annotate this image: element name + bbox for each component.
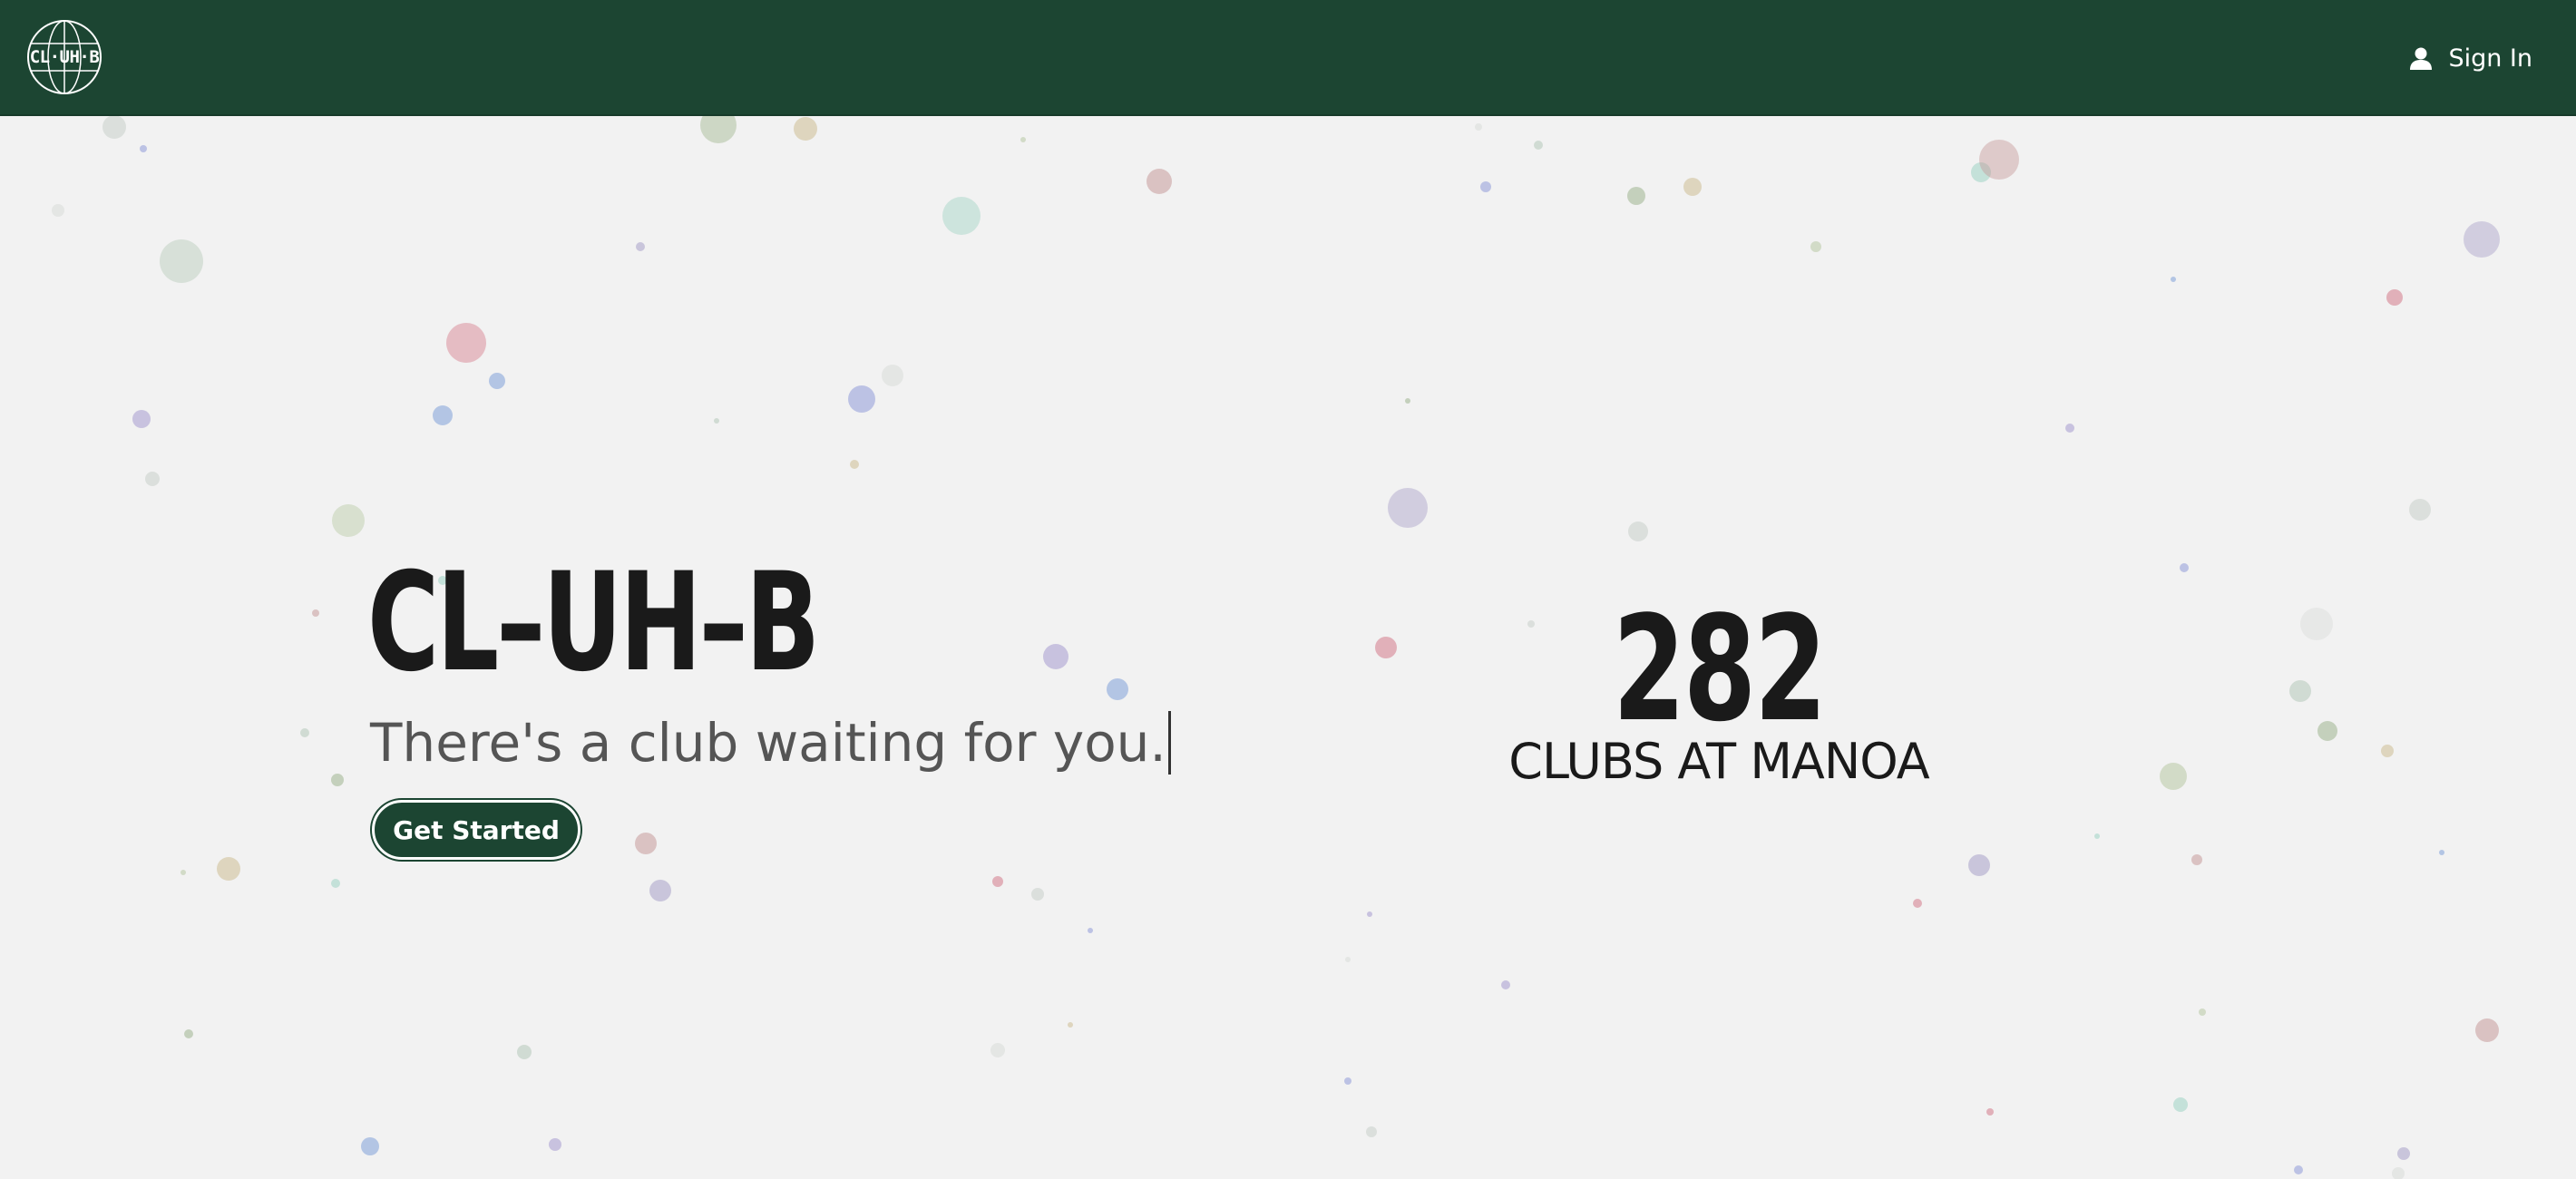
decorative-bubble xyxy=(2289,680,2311,702)
logo-text: CL·UH·B xyxy=(29,47,100,67)
club-count: 282 xyxy=(1613,584,1827,754)
decorative-bubble xyxy=(2094,833,2100,839)
decorative-bubble xyxy=(446,323,486,363)
decorative-bubble xyxy=(1043,644,1068,669)
decorative-bubble xyxy=(332,504,365,537)
decorative-bubble xyxy=(549,1138,561,1151)
decorative-bubble xyxy=(1345,957,1351,962)
decorative-bubble xyxy=(2199,1008,2206,1016)
decorative-bubble xyxy=(850,460,859,469)
decorative-bubble xyxy=(2171,277,2176,282)
decorative-bubble xyxy=(2464,221,2500,258)
decorative-bubble xyxy=(1913,899,1922,908)
decorative-bubble xyxy=(1683,178,1702,196)
user-icon xyxy=(2408,45,2434,71)
get-started-button[interactable]: Get Started xyxy=(372,800,581,860)
decorative-bubble xyxy=(649,880,671,901)
decorative-bubble xyxy=(160,239,203,283)
decorative-bubble xyxy=(489,373,505,389)
decorative-bubble xyxy=(217,857,240,881)
decorative-bubble xyxy=(1068,1022,1073,1028)
decorative-bubble xyxy=(1986,1108,1994,1116)
decorative-bubble xyxy=(2439,850,2444,855)
decorative-bubble xyxy=(1979,140,2019,180)
decorative-bubble xyxy=(2160,763,2187,790)
decorative-bubble xyxy=(2475,1018,2499,1042)
decorative-bubble xyxy=(433,405,453,425)
decorative-bubble xyxy=(700,116,737,143)
sign-in-button[interactable]: Sign In xyxy=(2408,36,2532,80)
typing-caret xyxy=(1167,711,1171,775)
decorative-bubble xyxy=(2065,424,2074,433)
decorative-bubble xyxy=(2173,1097,2188,1112)
navbar: CL·UH·B Sign In xyxy=(0,0,2576,116)
decorative-bubble xyxy=(331,774,344,786)
decorative-bubble xyxy=(2409,499,2431,521)
decorative-bubble xyxy=(636,242,645,251)
decorative-bubble xyxy=(132,410,151,428)
decorative-bubble xyxy=(361,1137,379,1155)
decorative-bubble xyxy=(992,876,1003,887)
decorative-bubble xyxy=(1628,521,1648,541)
decorative-bubble xyxy=(2392,1167,2405,1179)
decorative-bubble xyxy=(1627,187,1645,205)
hero-tagline: There's a club waiting for you. xyxy=(370,711,1171,775)
decorative-bubble xyxy=(848,385,875,413)
decorative-bubble xyxy=(1405,398,1410,404)
decorative-bubble xyxy=(1344,1077,1351,1085)
decorative-bubble xyxy=(2294,1165,2303,1174)
decorative-bubble xyxy=(1501,980,1510,989)
decorative-bubble xyxy=(1527,620,1535,628)
decorative-bubble xyxy=(2191,854,2202,865)
decorative-bubble xyxy=(2300,608,2333,640)
decorative-bubble xyxy=(1388,488,1428,528)
decorative-bubble xyxy=(184,1029,193,1038)
decorative-bubble xyxy=(102,116,126,139)
hero-title: CL–UH–B xyxy=(367,544,820,702)
decorative-bubble xyxy=(1107,678,1128,700)
decorative-bubble xyxy=(2386,289,2403,306)
decorative-bubble xyxy=(2317,721,2337,741)
decorative-bubble xyxy=(331,879,340,888)
decorative-bubble xyxy=(1366,1126,1377,1137)
decorative-bubble xyxy=(1147,169,1172,194)
sign-in-label: Sign In xyxy=(2448,44,2532,73)
decorative-bubble xyxy=(714,418,719,424)
club-count-label: CLUBS AT MANOA xyxy=(1508,733,1929,790)
decorative-bubble xyxy=(2381,745,2394,757)
decorative-bubble xyxy=(1971,162,1991,182)
decorative-bubble xyxy=(1031,888,1044,901)
decorative-bubble xyxy=(1480,181,1491,192)
decorative-bubble xyxy=(942,197,981,235)
decorative-bubble xyxy=(181,870,186,875)
decorative-bubble xyxy=(882,365,903,386)
decorative-bubble xyxy=(1968,854,1990,876)
decorative-bubble xyxy=(1534,141,1543,150)
decorative-bubble xyxy=(145,472,160,486)
decorative-bubble xyxy=(2397,1147,2410,1160)
decorative-bubble xyxy=(1020,137,1026,142)
decorative-bubble xyxy=(1475,123,1482,131)
decorative-bubble xyxy=(635,833,657,854)
decorative-bubble xyxy=(2180,563,2189,572)
decorative-bubble xyxy=(312,609,319,617)
decorative-bubble xyxy=(1367,911,1372,917)
decorative-bubble xyxy=(1810,241,1821,252)
decorative-bubble xyxy=(517,1045,532,1059)
decorative-bubble xyxy=(300,728,309,737)
decorative-bubble xyxy=(794,117,817,141)
decorative-bubble xyxy=(1375,637,1397,658)
tagline-text: There's a club waiting for you. xyxy=(370,712,1166,774)
decorative-bubble xyxy=(140,145,147,152)
logo[interactable]: CL·UH·B xyxy=(25,18,103,96)
decorative-bubble xyxy=(52,204,64,217)
decorative-bubble xyxy=(1088,928,1093,933)
decorative-bubble xyxy=(990,1043,1005,1057)
